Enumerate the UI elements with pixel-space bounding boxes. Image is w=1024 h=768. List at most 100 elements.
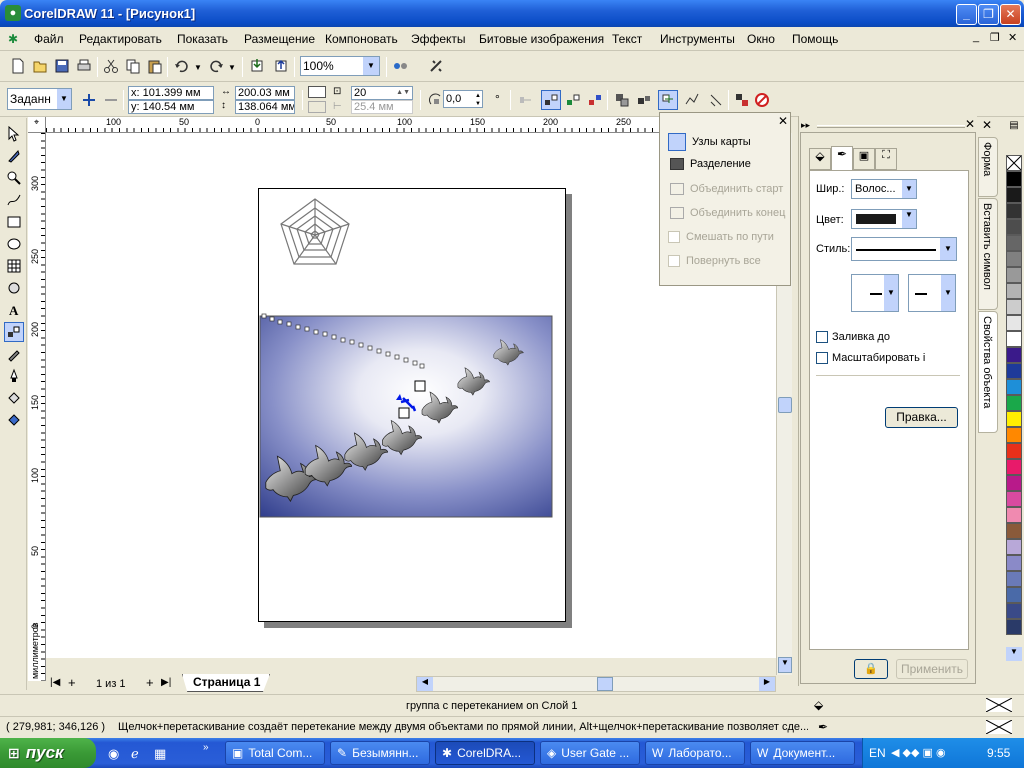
color-swatch[interactable] (1006, 251, 1022, 267)
docker-collapse-icon[interactable]: ▸▸ (801, 120, 810, 131)
palette-menu-icon[interactable]: ▤ (1006, 120, 1022, 134)
behind-fill-checkbox[interactable]: Заливка до (816, 331, 890, 343)
docker-tab-insert-symbol[interactable]: Вставить символ (978, 198, 998, 310)
color-swatch[interactable] (1006, 203, 1022, 219)
docker-tab-object-properties[interactable]: Свойства объекта (978, 311, 998, 433)
width-field[interactable]: 200.03 мм (235, 86, 295, 100)
blend-steps-field[interactable]: 20 ▲▼ (351, 86, 413, 100)
redo-icon[interactable] (206, 56, 226, 76)
color-swatch[interactable] (1006, 283, 1022, 299)
spider-web-shape[interactable] (280, 198, 350, 265)
color-swatch[interactable] (1006, 491, 1022, 507)
zoom-select[interactable]: 100% ▼ (300, 56, 380, 76)
color-swatch[interactable] (1006, 171, 1022, 187)
open-icon[interactable] (30, 56, 50, 76)
color-swatch[interactable] (1006, 411, 1022, 427)
fill-tool-icon[interactable] (4, 388, 24, 408)
spinner-icon[interactable]: ▲▼ (396, 87, 410, 99)
outline-color-picker[interactable]: ▼ (851, 209, 917, 229)
save-icon[interactable] (52, 56, 72, 76)
edit-button[interactable]: Правка... (885, 407, 958, 428)
tray-icons[interactable]: ◀ ◆◆ ▣ ◉ (891, 746, 946, 759)
horizontal-scrollbar[interactable]: ◀ ▶ (416, 676, 776, 692)
import-icon[interactable] (247, 56, 267, 76)
color-swatch[interactable] (1006, 427, 1022, 443)
color-swatch[interactable] (1006, 587, 1022, 603)
docker-close-icon[interactable]: ✕ (965, 117, 975, 131)
ruler-vertical[interactable]: 300 250 200 150 100 50 0 миллиметров (28, 133, 46, 681)
y-position-field[interactable]: y: 140.54 мм (128, 100, 214, 114)
undo-icon[interactable] (172, 56, 192, 76)
copy-icon[interactable] (123, 56, 143, 76)
scroll-right-icon[interactable]: ▶ (759, 677, 775, 691)
disk-quicklaunch-icon[interactable]: ▦ (154, 746, 166, 762)
clear-effect-icon[interactable] (752, 90, 772, 110)
menu-help[interactable]: Помощь (792, 32, 838, 46)
print-icon[interactable] (74, 56, 94, 76)
start-end-properties-icon[interactable] (634, 90, 654, 110)
menu-bitmaps[interactable]: Битовые изображения (479, 32, 604, 46)
graph-paper-tool-icon[interactable] (4, 256, 24, 276)
color-swatch[interactable] (1006, 347, 1022, 363)
task-usergate[interactable]: ◈ User Gate ... (540, 741, 640, 765)
counterclockwise-blend-icon[interactable] (563, 90, 583, 110)
task-word-doc[interactable]: W Документ... (750, 741, 855, 765)
menu-view[interactable]: Показать (177, 32, 228, 46)
basic-shapes-tool-icon[interactable] (4, 278, 24, 298)
more-blend-options-icon[interactable] (682, 90, 702, 110)
add-page-after-icon[interactable]: + (146, 675, 154, 690)
maximize-button[interactable]: ❐ (978, 4, 999, 25)
blend-start-handle[interactable] (414, 380, 426, 392)
end-arrow-select[interactable]: ▼ (908, 274, 956, 312)
menu-arrange[interactable]: Компоновать (325, 32, 398, 46)
color-swatch[interactable] (1006, 555, 1022, 571)
outline-width-select[interactable]: Волос... ▼ (851, 179, 917, 199)
vertical-scroll-thumb[interactable] (778, 397, 792, 413)
doc-restore-button[interactable]: ❐ (990, 31, 1000, 44)
tab-internet[interactable]: ⛶ (875, 148, 897, 170)
tab-fill[interactable]: ⬙ (809, 148, 831, 170)
redo-dropdown-icon[interactable]: ▼ (228, 63, 236, 72)
color-swatch[interactable] (1006, 443, 1022, 459)
menu-effects[interactable]: Эффекты (411, 32, 466, 46)
blend-steps-icon[interactable] (308, 86, 326, 98)
height-field[interactable]: 138.064 мм (235, 100, 295, 114)
color-swatch[interactable] (1006, 619, 1022, 635)
task-word-lab[interactable]: W Лаборато... (645, 741, 745, 765)
undo-dropdown-icon[interactable]: ▼ (194, 63, 202, 72)
spinner-icon[interactable]: ▲▼ (475, 92, 481, 107)
application-launcher-icon[interactable] (392, 56, 412, 76)
cut-icon[interactable] (101, 56, 121, 76)
task-paint[interactable]: ✎ Безымянн... (330, 741, 430, 765)
text-tool-icon[interactable]: A (4, 300, 24, 320)
minimize-button[interactable]: _ (956, 4, 977, 25)
popup-item-split[interactable]: Разделение (668, 158, 751, 170)
x-position-field[interactable]: x: 101.399 мм (128, 86, 214, 100)
ie-quicklaunch-icon[interactable]: ℯ (131, 746, 139, 762)
clear-blend-icon[interactable] (706, 90, 726, 110)
paste-icon[interactable] (145, 56, 165, 76)
scale-with-image-checkbox[interactable]: Масштабировать і (816, 352, 966, 364)
pick-tool-icon[interactable] (4, 124, 24, 144)
color-swatch[interactable] (1006, 539, 1022, 555)
color-swatch[interactable] (1006, 475, 1022, 491)
color-swatch[interactable] (1006, 331, 1022, 347)
color-swatch[interactable] (1006, 571, 1022, 587)
menu-tools[interactable]: Инструменты (660, 32, 735, 46)
doc-minimize-button[interactable]: _ (973, 31, 979, 43)
language-indicator[interactable]: EN (869, 746, 886, 760)
menu-file[interactable]: Файл (34, 32, 64, 46)
color-swatch[interactable] (1006, 363, 1022, 379)
start-button[interactable]: ⊞ пуск (0, 738, 96, 768)
scroll-down-icon[interactable]: ▼ (778, 657, 792, 673)
direct-blend-icon[interactable] (516, 90, 536, 110)
no-color-swatch[interactable] (1006, 155, 1022, 171)
close-button[interactable]: ✕ (1000, 4, 1021, 25)
tab-general[interactable]: ▣ (853, 148, 875, 170)
color-swatch[interactable] (1006, 603, 1022, 619)
color-swatch[interactable] (1006, 523, 1022, 539)
add-page-before-icon[interactable]: + (68, 675, 76, 690)
menu-layout[interactable]: Размещение (244, 32, 315, 46)
rectangle-tool-icon[interactable] (4, 212, 24, 232)
blend-end-handle[interactable] (398, 407, 410, 419)
